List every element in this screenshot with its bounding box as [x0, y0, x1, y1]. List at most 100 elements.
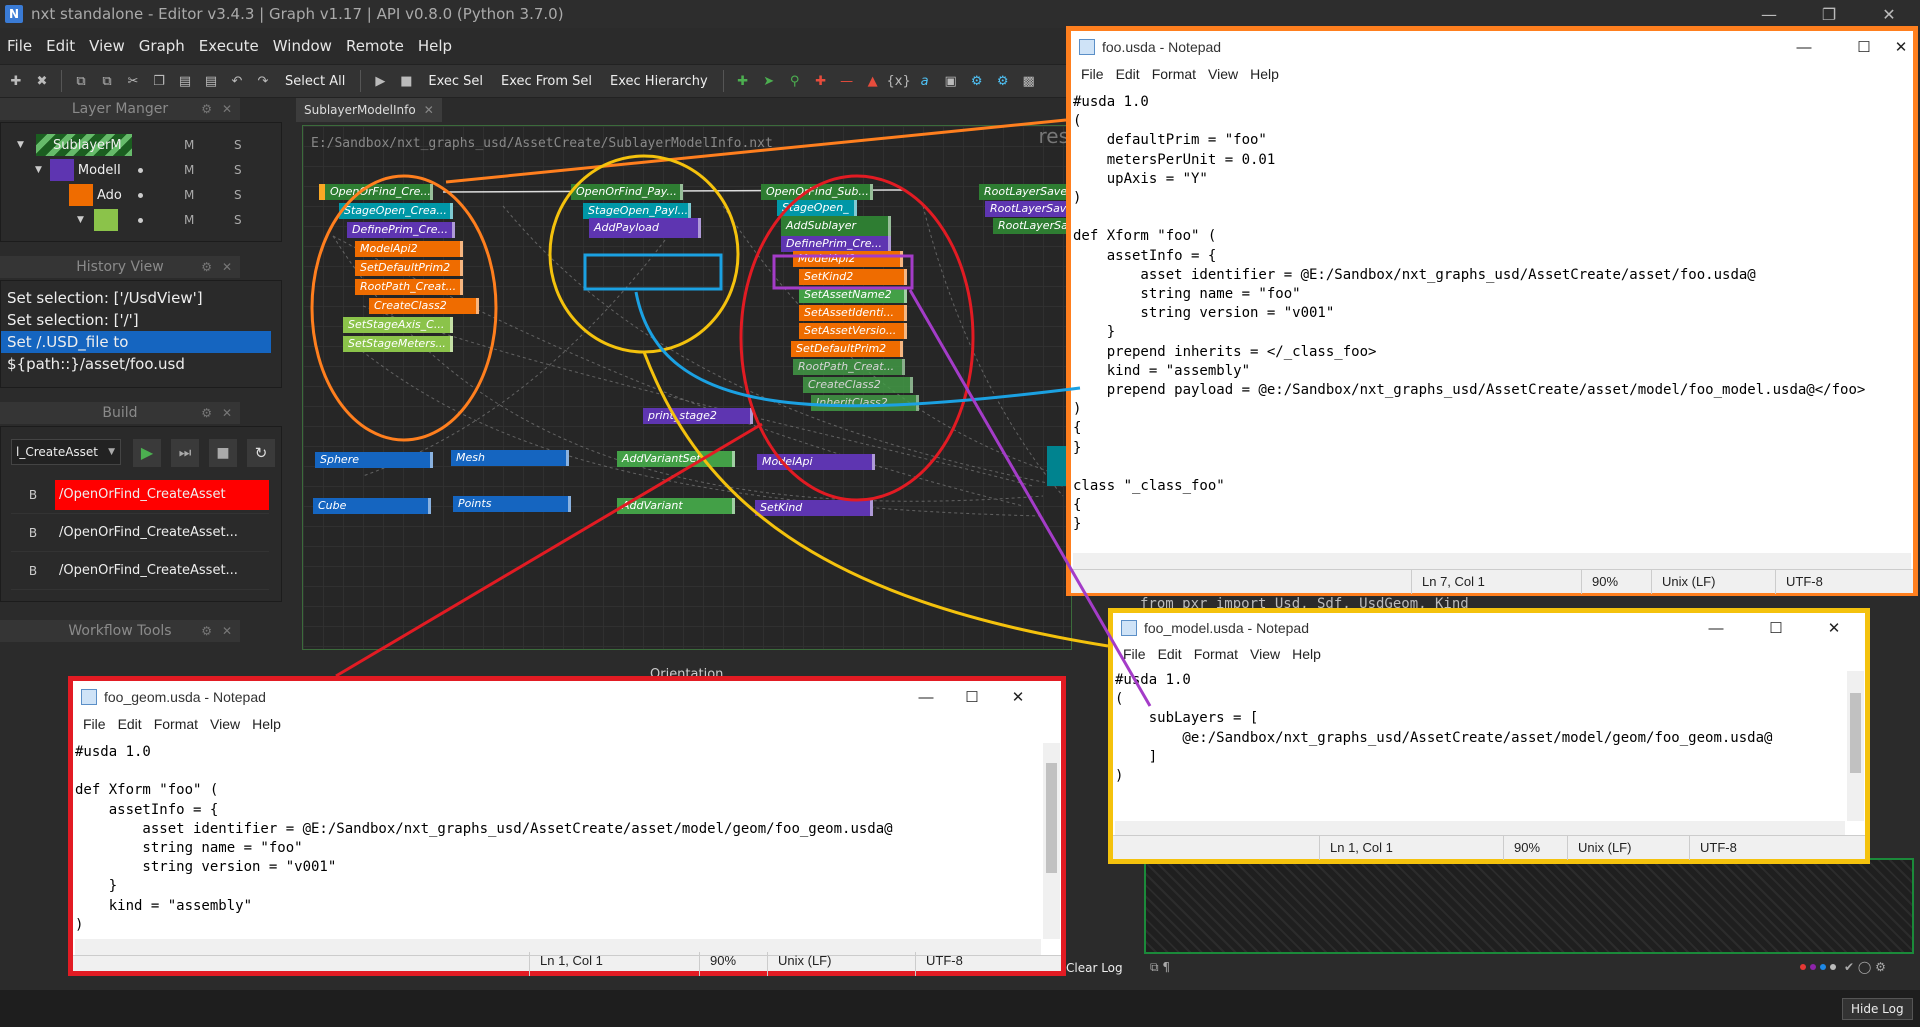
graph-node[interactable]: SetKind: [755, 500, 873, 516]
log-level-filters[interactable]: ✔ ◯ ⚙: [1800, 960, 1886, 974]
graph-node[interactable]: SetAssetIdenti...: [799, 305, 907, 321]
mute-toggle[interactable]: M: [184, 163, 194, 177]
vertical-scrollbar[interactable]: [1847, 671, 1864, 821]
zoom-out-icon[interactable]: ⚙: [993, 71, 1013, 91]
vertical-scrollbar[interactable]: [1043, 743, 1060, 939]
graph-canvas[interactable]: E:/Sandbox/nxt_graphs_usd/AssetCreate/Su…: [302, 125, 1072, 650]
graph-node[interactable]: RootLayerSave: [979, 184, 1071, 200]
graph-node-add-payload[interactable]: AddPayload: [589, 218, 701, 238]
graph-node[interactable]: DefinePrim_Cre...: [781, 236, 891, 252]
menu-execute[interactable]: Execute: [192, 37, 266, 55]
build-select[interactable]: l_CreateAsset ▼: [11, 439, 121, 465]
mute-toggle[interactable]: M: [184, 138, 194, 152]
menu-help[interactable]: Help: [1286, 646, 1327, 662]
graph-node[interactable]: InheritClass2: [811, 395, 919, 411]
log-info-dot-icon[interactable]: [1820, 964, 1826, 970]
graph-node[interactable]: SetAssetName2: [799, 287, 907, 303]
solo-toggle[interactable]: S: [234, 213, 242, 227]
panel-settings-icon[interactable]: ⚙: [201, 102, 212, 116]
set-start-icon[interactable]: ➤: [759, 71, 779, 91]
panel-settings-icon[interactable]: ⚙: [201, 406, 212, 420]
exec-sel-button[interactable]: Exec Sel: [422, 74, 489, 89]
select-all-button[interactable]: Select All: [279, 74, 351, 89]
log-settings-icon[interactable]: ✔ ◯ ⚙: [1844, 960, 1886, 974]
graph-node[interactable]: ModelApi: [757, 454, 875, 470]
tab-close-icon[interactable]: ✕: [424, 103, 434, 117]
build-row[interactable]: B /OpenOrFind_CreateAsset...: [11, 553, 269, 590]
solo-toggle[interactable]: S: [234, 163, 242, 177]
build-row[interactable]: B /OpenOrFind_CreateAsset: [11, 477, 269, 514]
menu-help[interactable]: Help: [411, 37, 459, 55]
close-button[interactable]: ✕: [1811, 613, 1857, 643]
history-item[interactable]: Set selection: ['/']: [1, 309, 281, 331]
play-icon[interactable]: ▶: [370, 71, 390, 91]
layer-row[interactable]: ▼ SublayerM M S: [1, 133, 271, 157]
graph-node[interactable]: OpenOrFind_Sub...: [761, 184, 873, 200]
code-icon[interactable]: {x}: [887, 71, 911, 91]
graph-node[interactable]: AddVariant: [617, 498, 735, 514]
menu-file[interactable]: File: [1075, 66, 1110, 82]
mute-toggle[interactable]: M: [184, 213, 194, 227]
attr-icon[interactable]: a: [915, 71, 935, 91]
solo-toggle[interactable]: S: [234, 138, 242, 152]
graph-node[interactable]: Sphere: [315, 452, 433, 468]
maximize-button[interactable]: ☐: [1841, 31, 1887, 63]
add-break-icon[interactable]: ✚: [811, 71, 831, 91]
menu-edit[interactable]: Edit: [1110, 66, 1146, 82]
menu-file[interactable]: File: [77, 716, 112, 732]
clear-log-button[interactable]: Clear Log: [1066, 961, 1123, 975]
menu-format[interactable]: Format: [148, 716, 204, 732]
panel-close-icon[interactable]: ✕: [222, 102, 232, 116]
graph-node[interactable]: Points: [453, 496, 571, 512]
graph-node[interactable]: OpenOrFind_Cre...: [325, 184, 433, 200]
history-item-selected[interactable]: Set /.USD_file to ${path::}/asset/foo.us…: [1, 331, 271, 373]
minimize-button[interactable]: —: [1781, 31, 1827, 63]
menu-view[interactable]: View: [1202, 66, 1244, 82]
minimize-button[interactable]: —: [1746, 0, 1792, 28]
notepad-text-area[interactable]: #usda 1.0 def Xform "foo" ( assetInfo = …: [75, 743, 1041, 939]
undo-icon[interactable]: ↶: [227, 71, 247, 91]
layer-row[interactable]: ▼ M S: [1, 208, 271, 232]
panel-close-icon[interactable]: ✕: [222, 624, 232, 638]
step-build-button[interactable]: ⏭: [171, 439, 199, 467]
maximize-button[interactable]: ☐: [949, 681, 995, 713]
copy-log-icon[interactable]: ⧉ ¶: [1150, 960, 1170, 975]
remove-break-icon[interactable]: —: [837, 71, 857, 91]
graph-node[interactable]: SetKind2: [799, 269, 907, 285]
visibility-dot[interactable]: [138, 168, 143, 173]
panel-settings-icon[interactable]: ⚙: [201, 624, 212, 638]
restore-button[interactable]: ❐: [1806, 0, 1852, 28]
graph-node[interactable]: CreateClass2: [803, 377, 913, 393]
menu-window[interactable]: Window: [266, 37, 339, 55]
minimize-button[interactable]: —: [903, 681, 949, 713]
add-start-icon[interactable]: ✚: [733, 71, 753, 91]
graph-node[interactable]: AddVariantSet: [617, 451, 735, 467]
close-button[interactable]: ✕: [1889, 31, 1913, 63]
hide-log-button[interactable]: Hide Log: [1842, 998, 1913, 1020]
notepad-text-area[interactable]: #usda 1.0 ( subLayers = [ @e:/Sandbox/nx…: [1115, 671, 1845, 821]
graph-node[interactable]: RootPath_Creat...: [355, 279, 463, 295]
cut-icon[interactable]: ✂: [123, 71, 143, 91]
zoom-in-icon[interactable]: ⚙: [967, 71, 987, 91]
panel-close-icon[interactable]: ✕: [222, 406, 232, 420]
menu-view[interactable]: View: [1244, 646, 1286, 662]
menu-help[interactable]: Help: [246, 716, 287, 732]
add-node-icon[interactable]: ✚: [6, 71, 26, 91]
log-debug-dot-icon[interactable]: [1810, 964, 1816, 970]
expand-arrow-icon[interactable]: ▼: [77, 215, 84, 225]
menu-view[interactable]: View: [82, 37, 132, 55]
graph-node[interactable]: SetStageMeters...: [343, 336, 453, 352]
menu-format[interactable]: Format: [1188, 646, 1244, 662]
menu-edit[interactable]: Edit: [1152, 646, 1188, 662]
build-breakpoint[interactable]: B: [11, 526, 55, 540]
layer-row[interactable]: Ado M S: [1, 183, 271, 207]
scrollbar-thumb[interactable]: [1850, 693, 1861, 773]
graph-node[interactable]: RootLayerSa: [993, 218, 1071, 234]
build-row[interactable]: B /OpenOrFind_CreateAsset...: [11, 515, 269, 552]
scrollbar-thumb[interactable]: [1046, 763, 1057, 873]
expand-arrow-icon[interactable]: ▼: [17, 140, 24, 150]
visibility-dot[interactable]: [138, 193, 143, 198]
redo-icon[interactable]: ↷: [253, 71, 273, 91]
graph-node[interactable]: SetDefaultPrim2: [355, 260, 463, 276]
log-error-dot-icon[interactable]: [1800, 964, 1806, 970]
